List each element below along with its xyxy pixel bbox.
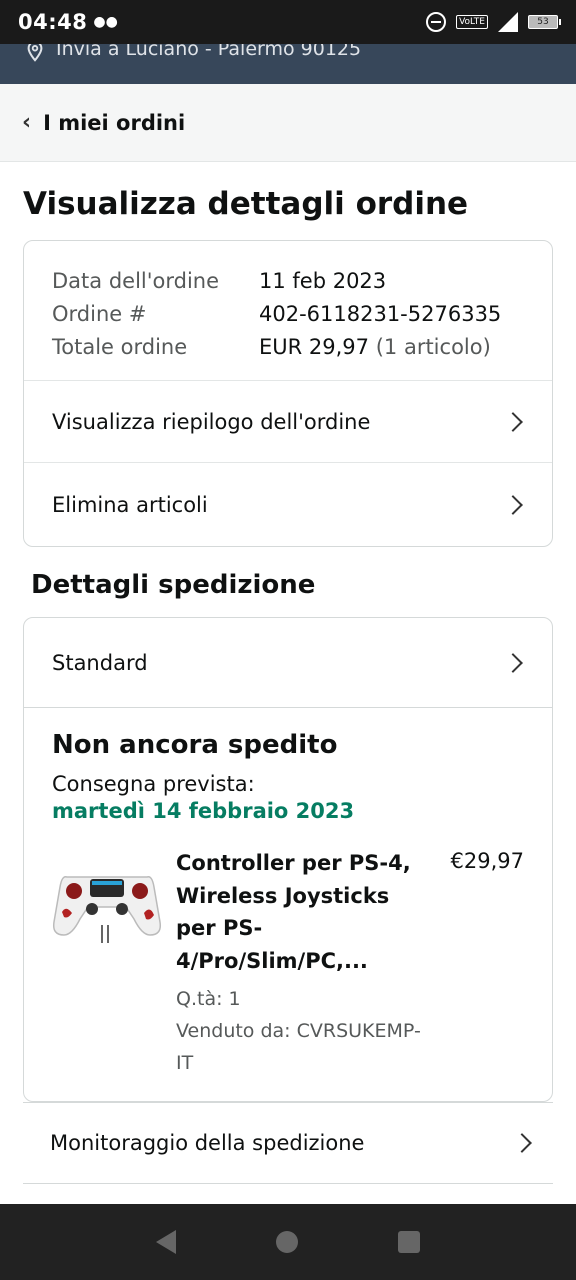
product-quantity: Q.tà: 1 [176, 988, 241, 1010]
nav-recents-icon[interactable] [398, 1231, 420, 1253]
product-seller: Venduto da: CVRSUKEMP-IT [176, 1020, 421, 1074]
product-name[interactable]: Controller per PS-4, Wireless Joysticks … [176, 847, 426, 977]
order-number-value: 402-6118231-5276335 [259, 302, 502, 326]
status-bar: 04:48 ●● VoLTE 53 [0, 0, 576, 44]
track-shipment-link[interactable]: Monitoraggio della spedizione [23, 1102, 553, 1184]
shipment-details: Non ancora spedito Consegna prevista: ma… [24, 708, 552, 1079]
deliver-to-address: Invia a Luciano - Palermo 90125 [56, 44, 362, 60]
back-label: I miei ordini [43, 110, 186, 135]
eta-label: Consegna prevista: [52, 772, 255, 796]
chevron-right-icon [503, 652, 523, 673]
delete-items-label: Elimina articoli [52, 492, 208, 517]
track-shipment-label: Monitoraggio della spedizione [50, 1131, 365, 1155]
signal-icon [498, 12, 518, 32]
shipping-card: Standard Non ancora spedito Consegna pre… [23, 617, 553, 1102]
order-total-value: EUR 29,97 (1 articolo) [259, 331, 491, 364]
deliver-to-bar[interactable]: Invia a Luciano - Palermo 90125 [0, 44, 576, 84]
page-title: Visualizza dettagli ordine [23, 186, 469, 222]
order-total-items: (1 articolo) [375, 335, 491, 359]
product-image[interactable] [52, 847, 162, 947]
status-icons: VoLTE 53 [426, 12, 561, 32]
shipping-method-label: Standard [52, 650, 148, 675]
volte-icon: VoLTE [456, 15, 488, 29]
order-date-label: Data dell'ordine [52, 269, 220, 293]
shipment-status: Non ancora spedito [52, 730, 338, 760]
battery-icon: 53 [528, 15, 561, 29]
product-info: Controller per PS-4, Wireless Joysticks … [176, 847, 426, 1079]
system-nav-bar [0, 1204, 576, 1280]
shipping-method-link[interactable]: Standard [24, 618, 552, 708]
order-number-row: Ordine # 402-6118231-5276335 [52, 298, 524, 331]
order-date-row: Data dell'ordine 11 feb 2023 [52, 265, 524, 298]
order-total-row: Totale ordine EUR 29,97 (1 articolo) [52, 331, 524, 364]
order-info-card: Data dell'ordine 11 feb 2023 Ordine # 40… [23, 240, 553, 547]
product-price: €29,97 [450, 849, 524, 873]
controller-image-icon [52, 875, 162, 943]
shipping-section-title: Dettagli spedizione [31, 570, 316, 600]
order-info: Data dell'ordine 11 feb 2023 Ordine # 40… [24, 241, 552, 381]
status-time: 04:48 [18, 10, 88, 34]
voicemail-icon: ●● [93, 14, 118, 30]
chevron-right-icon [512, 1133, 532, 1153]
delete-items-link[interactable]: Elimina articoli [24, 463, 552, 546]
back-link-my-orders[interactable]: ‹ I miei ordini [0, 84, 576, 162]
chevron-right-icon [503, 494, 523, 515]
location-pin-icon [27, 44, 43, 62]
do-not-disturb-icon [426, 12, 447, 32]
order-summary-label: Visualizza riepilogo dell'ordine [52, 409, 371, 434]
nav-home-icon[interactable] [276, 1231, 298, 1253]
order-date-value: 11 feb 2023 [259, 269, 387, 293]
order-number-label: Ordine # [52, 302, 147, 326]
chevron-right-icon [503, 411, 523, 432]
product-item[interactable]: Controller per PS-4, Wireless Joysticks … [52, 847, 524, 1079]
order-total-amount: EUR 29,97 [259, 335, 370, 359]
eta-date: martedì 14 febbraio 2023 [52, 799, 355, 823]
order-summary-link[interactable]: Visualizza riepilogo dell'ordine [24, 381, 552, 463]
order-total-label: Totale ordine [52, 335, 188, 359]
nav-back-icon[interactable] [156, 1230, 176, 1254]
chevron-left-icon: ‹ [22, 110, 32, 135]
